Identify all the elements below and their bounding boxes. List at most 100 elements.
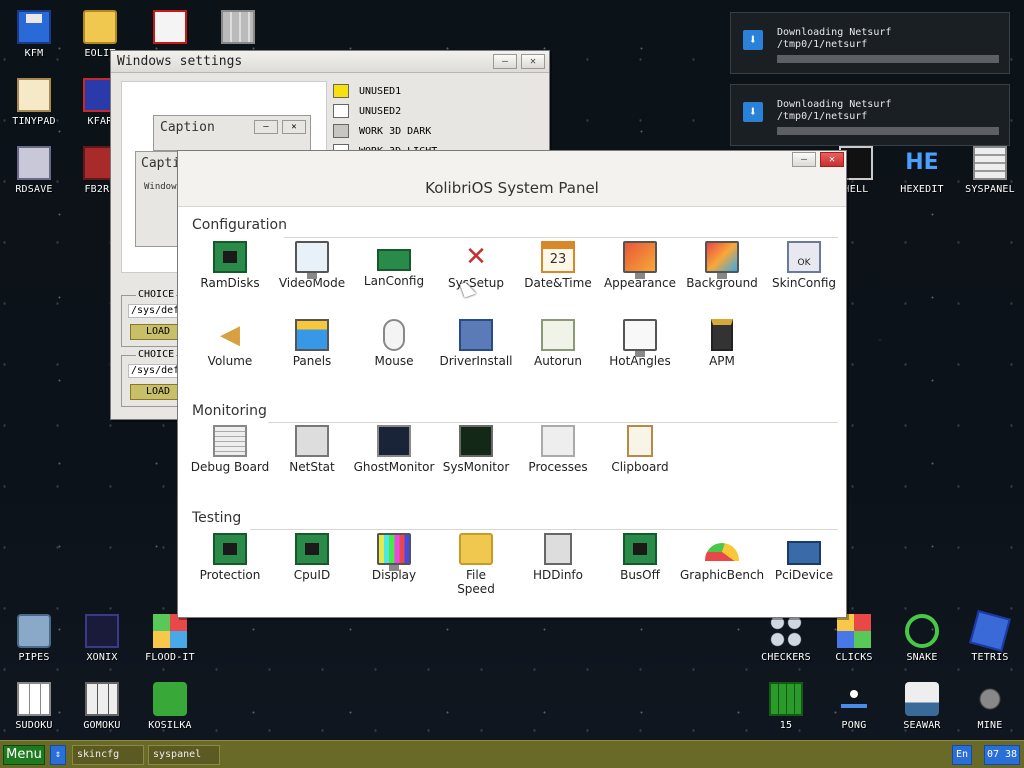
calculator-icon xyxy=(221,10,255,44)
item-display[interactable]: Display xyxy=(352,533,436,582)
item-volume[interactable]: ◀ Volume xyxy=(188,319,272,368)
desktop-icon-xonix[interactable]: XONIX xyxy=(68,614,136,663)
desktop-icon-tinypad[interactable]: TINYPAD xyxy=(0,78,68,127)
snake-icon xyxy=(905,614,939,648)
cpu-chip-icon xyxy=(213,533,247,565)
color-item[interactable]: WORK 3D DARK xyxy=(333,121,543,141)
desktop-icon-clicks[interactable]: CLICKS xyxy=(820,614,888,663)
desktop-icon-book[interactable] xyxy=(136,10,204,48)
hexedit-icon: HE xyxy=(905,150,939,175)
item-lanconfig[interactable]: LanConfig xyxy=(352,241,436,288)
item-hddinfo[interactable]: HDDinfo xyxy=(516,533,600,582)
item-background[interactable]: Background xyxy=(680,241,764,290)
item-graphicbench[interactable]: GraphicBench xyxy=(680,533,764,582)
desktop-icon-seawar[interactable]: SEAWAR xyxy=(888,682,956,731)
desktop-icon-kfm[interactable]: KFM xyxy=(0,10,68,59)
color-item[interactable]: UNUSED2 xyxy=(333,101,543,121)
desktop-icon-pong[interactable]: PONG xyxy=(820,682,888,731)
xonix-icon xyxy=(85,614,119,648)
item-videomode[interactable]: VideoMode xyxy=(270,241,354,290)
panel-body: Configuration RamDisks VideoMode LanConf… xyxy=(178,207,846,617)
folder-icon xyxy=(83,10,117,44)
item-netstat[interactable]: NetStat xyxy=(270,425,354,474)
gauge-icon xyxy=(705,543,739,561)
menu-button[interactable]: Menu xyxy=(3,745,45,765)
item-ramdisks[interactable]: RamDisks xyxy=(188,241,272,290)
task-button[interactable]: skincfg xyxy=(72,745,144,765)
netstat-icon xyxy=(295,425,329,457)
item-skinconfig[interactable]: OK SkinConfig xyxy=(762,241,846,290)
item-mouse[interactable]: Mouse xyxy=(352,319,436,368)
cpu-chip-icon xyxy=(295,533,329,565)
background-icon xyxy=(705,241,739,279)
item-pcidevice[interactable]: PciDevice xyxy=(762,533,846,582)
item-syssetup[interactable]: ✕ SysSetup xyxy=(434,241,518,290)
caption-preview: Caption — ✕ xyxy=(153,115,311,151)
desktop-icon-syspanel[interactable]: SYSPANEL xyxy=(956,146,1024,195)
item-processes[interactable]: Processes xyxy=(516,425,600,474)
fifteen-icon xyxy=(769,682,803,716)
clipboard-icon xyxy=(627,425,653,457)
item-protection[interactable]: Protection xyxy=(188,533,272,582)
pipes-icon xyxy=(17,614,51,648)
window-titlebar[interactable]: Windows settings — ✕ xyxy=(111,51,549,73)
desktop-icon-hexedit[interactable]: HE HEXEDIT xyxy=(888,146,956,195)
seawar-icon xyxy=(905,682,939,716)
item-ghostmonitor[interactable]: GhostMonitor xyxy=(352,425,436,474)
ram-chip-icon xyxy=(213,241,247,273)
desktop-icon-gomoku[interactable]: GOMOKU xyxy=(68,682,136,731)
item-clipboard[interactable]: Clipboard xyxy=(598,425,682,474)
minimize-button[interactable]: — xyxy=(493,54,517,69)
driver-icon xyxy=(459,319,493,351)
download-notification[interactable]: ⬇ Downloading Netsurf /tmp0/1/netsurf xyxy=(730,84,1010,146)
switch-arrow-icon[interactable]: ⇕ xyxy=(50,745,66,765)
item-autorun[interactable]: Autorun xyxy=(516,319,600,368)
floppy-icon xyxy=(17,10,51,44)
progress-bar xyxy=(777,55,999,63)
color-swatch xyxy=(333,124,349,138)
item-driverinstall[interactable]: DriverInstall xyxy=(434,319,518,368)
language-indicator[interactable]: En xyxy=(952,745,972,765)
item-panels[interactable]: Panels xyxy=(270,319,354,368)
close-button[interactable]: ✕ xyxy=(820,152,844,167)
tools-icon: ✕ xyxy=(465,242,487,272)
item-datetime[interactable]: 23 Date&Time xyxy=(516,241,600,290)
desktop-icon-mine[interactable]: MINE xyxy=(956,682,1024,731)
close-button[interactable]: ✕ xyxy=(521,54,545,69)
desktop-icon-rdsave[interactable]: RDSAVE xyxy=(0,146,68,195)
desktop-icon-snake[interactable]: SNAKE xyxy=(888,614,956,663)
item-hotangles[interactable]: HotAngles xyxy=(598,319,682,368)
speaker-icon: ◀ xyxy=(220,320,240,350)
notepad-icon xyxy=(17,78,51,112)
item-cpuid[interactable]: CpuID xyxy=(270,533,354,582)
window-titlebar[interactable]: — ✕ xyxy=(178,151,846,173)
item-appearance[interactable]: Appearance xyxy=(598,241,682,290)
item-filespeed[interactable]: File Speed xyxy=(434,533,518,596)
sudoku-icon xyxy=(17,682,51,716)
color-item[interactable]: UNUSED1 xyxy=(333,81,543,101)
item-sysmonitor[interactable]: SysMonitor xyxy=(434,425,518,474)
item-debugboard[interactable]: Debug Board xyxy=(188,425,272,474)
minimize-button[interactable]: — xyxy=(792,152,816,167)
desktop-icon-pipes[interactable]: PIPES xyxy=(0,614,68,663)
system-panel-window[interactable]: — ✕ KolibriOS System Panel Configuration… xyxy=(177,150,847,618)
task-button[interactable]: syspanel xyxy=(148,745,220,765)
desktop-icon-fifteen[interactable]: 15 xyxy=(752,682,820,731)
section-configuration: Configuration xyxy=(192,217,287,233)
taskbar: Menu ⇕ skincfg syspanel En 07 38 xyxy=(0,740,1024,768)
section-monitoring: Monitoring xyxy=(192,403,267,419)
calendar-icon: 23 xyxy=(541,241,575,273)
desktop-icon-checkers[interactable]: CHECKERS xyxy=(752,614,820,663)
clock[interactable]: 07 38 xyxy=(984,745,1020,765)
color-swatch xyxy=(333,104,349,118)
desktop-icon-kosilka[interactable]: KOSILKA xyxy=(136,682,204,731)
item-busoff[interactable]: BusOff xyxy=(598,533,682,582)
desktop-icon-tetris[interactable]: TETRIS xyxy=(956,610,1024,663)
desktop-icon-sudoku[interactable]: SUDOKU xyxy=(0,682,68,731)
download-notification[interactable]: ⬇ Downloading Netsurf /tmp0/1/netsurf xyxy=(730,12,1010,74)
color-list: UNUSED1 UNUSED2 WORK 3D DARK WORK 3D LIG… xyxy=(333,81,543,161)
item-apm[interactable]: APM xyxy=(680,319,764,368)
desktop-icon-calc[interactable] xyxy=(204,10,272,48)
syspanel-icon xyxy=(973,146,1007,180)
desktop-icon-floodit[interactable]: FLOOD-IT xyxy=(136,614,204,663)
